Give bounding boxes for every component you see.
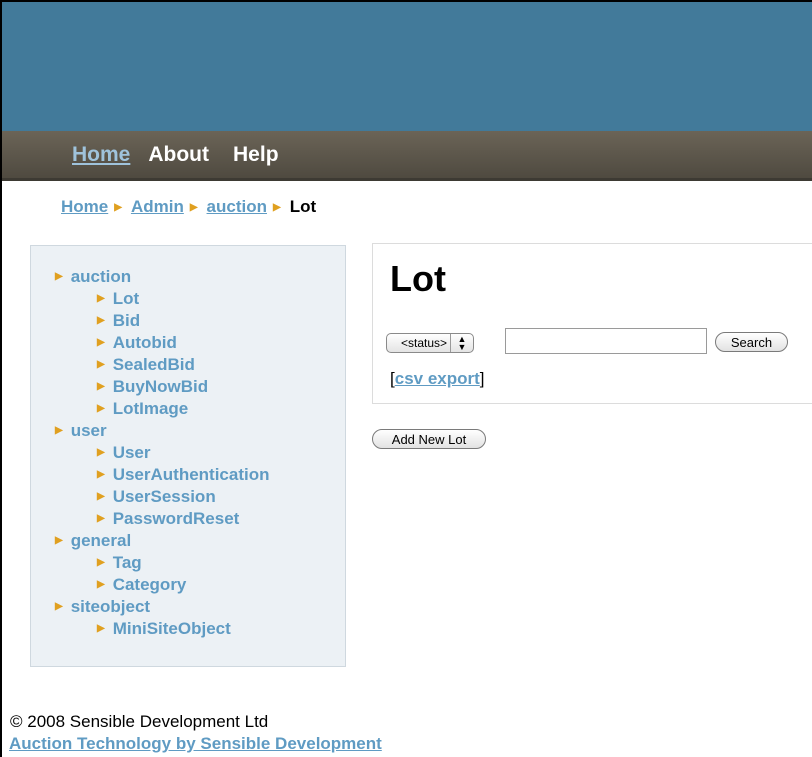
- sidebar-group: ▶ auction ▶ Lot ▶ Bid ▶ Autobid ▶ SealedBid ▶…: [31, 266, 345, 420]
- arrow-right-icon: ▶: [97, 337, 105, 348]
- sidebar-item-label: BuyNowBid: [112, 377, 209, 396]
- breadcrumb-home[interactable]: Home: [61, 197, 108, 217]
- sidebar-item-label: Bid: [112, 311, 141, 330]
- sidebar-item-buynowbid[interactable]: ▶ BuyNowBid: [31, 376, 345, 398]
- arrow-right-icon: ▶: [97, 513, 105, 524]
- sidebar-item-label: Tag: [112, 553, 142, 572]
- arrow-right-icon: ▶: [97, 469, 105, 480]
- sidebar-item-tag[interactable]: ▶ Tag: [31, 552, 345, 574]
- arrow-right-icon: ▶: [97, 403, 105, 414]
- sidebar-item-lotimage[interactable]: ▶ LotImage: [31, 398, 345, 420]
- sidebar-item-bid[interactable]: ▶ Bid: [31, 310, 345, 332]
- arrow-right-icon: ▶: [97, 623, 105, 634]
- updown-arrows-icon: ▲ ▼: [457, 334, 467, 352]
- sidebar-group: ▶ general ▶ Tag ▶ Category: [31, 530, 345, 596]
- header-banner: [2, 2, 812, 131]
- page-title: Lot: [390, 258, 446, 299]
- breadcrumb-current: Lot: [289, 197, 317, 216]
- footer-copyright: © 2008 Sensible Development Ltd: [10, 712, 269, 731]
- sidebar-group-label: general: [70, 531, 132, 550]
- sidebar-item-label: MiniSiteObject: [112, 619, 231, 638]
- sidebar-item-lot[interactable]: ▶ Lot: [31, 288, 345, 310]
- search-input[interactable]: [505, 328, 707, 354]
- breadcrumb-arrow-icon: ▶: [114, 201, 122, 213]
- breadcrumb-auction[interactable]: auction: [207, 197, 267, 217]
- breadcrumb: Home ▶ Admin ▶ auction ▶ Lot: [61, 194, 316, 220]
- sidebar-item-category[interactable]: ▶ Category: [31, 574, 345, 596]
- csv-export: [csv export]: [390, 369, 485, 389]
- status-select-value: <status>: [401, 336, 448, 350]
- sidebar-item-minisiteobject[interactable]: ▶ MiniSiteObject: [31, 618, 345, 640]
- sidebar-item-userauthentication[interactable]: ▶ UserAuthentication: [31, 464, 345, 486]
- sidebar-item-label: Category: [112, 575, 187, 594]
- sidebar-item-label: User: [112, 443, 151, 462]
- sidebar-group-auction[interactable]: ▶ auction: [31, 266, 345, 288]
- sidebar-group: ▶ siteobject ▶ MiniSiteObject: [31, 596, 345, 640]
- sidebar-item-passwordreset[interactable]: ▶ PasswordReset: [31, 508, 345, 530]
- nav-about-link[interactable]: About: [148, 143, 209, 167]
- csv-bracket-close: ]: [479, 369, 485, 388]
- sidebar-item-label: LotImage: [112, 399, 189, 418]
- arrow-right-icon: ▶: [97, 491, 105, 502]
- arrow-right-icon: ▶: [55, 271, 63, 282]
- arrow-right-icon: ▶: [97, 579, 105, 590]
- breadcrumb-admin[interactable]: Admin: [131, 197, 184, 217]
- sidebar-item-user[interactable]: ▶ User: [31, 442, 345, 464]
- lot-panel: Lot <status> ▲ ▼ Search [csv export]: [372, 243, 812, 404]
- arrow-right-icon: ▶: [97, 557, 105, 568]
- nav-help-link[interactable]: Help: [233, 143, 279, 167]
- csv-export-link[interactable]: csv export: [395, 369, 480, 388]
- sidebar-item-autobid[interactable]: ▶ Autobid: [31, 332, 345, 354]
- sidebar-group: ▶ user ▶ User ▶ UserAuthentication ▶ UserSes…: [31, 420, 345, 530]
- sidebar-group-siteobject[interactable]: ▶ siteobject: [31, 596, 345, 618]
- nav-home-link[interactable]: Home: [72, 143, 130, 167]
- breadcrumb-arrow-icon: ▶: [272, 201, 281, 213]
- arrow-right-icon: ▶: [97, 359, 105, 370]
- sidebar-group-user[interactable]: ▶ user: [31, 420, 345, 442]
- admin-sidebar: ▶ auction ▶ Lot ▶ Bid ▶ Autobid ▶ SealedBid ▶…: [30, 245, 346, 667]
- arrow-right-icon: ▶: [97, 293, 105, 304]
- arrow-right-icon: ▶: [97, 381, 105, 392]
- footer: © 2008 Sensible Development Ltd Auction …: [9, 711, 382, 755]
- status-select[interactable]: <status> ▲ ▼: [386, 333, 474, 353]
- sidebar-item-label: SealedBid: [112, 355, 195, 374]
- breadcrumb-arrow-icon: ▶: [189, 201, 198, 213]
- sidebar-group-label: siteobject: [70, 597, 151, 616]
- sidebar-item-sealedbid[interactable]: ▶ SealedBid: [31, 354, 345, 376]
- arrow-right-icon: ▶: [55, 601, 63, 612]
- sidebar-item-usersession[interactable]: ▶ UserSession: [31, 486, 345, 508]
- arrow-right-icon: ▶: [55, 535, 63, 546]
- footer-link[interactable]: Auction Technology by Sensible Developme…: [9, 733, 382, 755]
- sidebar-group-label: auction: [70, 267, 132, 286]
- sidebar-item-label: PasswordReset: [112, 509, 240, 528]
- search-button[interactable]: Search: [715, 332, 788, 352]
- sidebar-item-label: Autobid: [112, 333, 177, 352]
- arrow-right-icon: ▶: [55, 425, 63, 436]
- arrow-right-icon: ▶: [97, 447, 105, 458]
- sidebar-item-label: Lot: [112, 289, 140, 308]
- add-new-lot-button[interactable]: Add New Lot: [372, 429, 486, 449]
- sidebar-item-label: UserSession: [112, 487, 216, 506]
- sidebar-group-general[interactable]: ▶ general: [31, 530, 345, 552]
- sidebar-item-label: UserAuthentication: [112, 465, 270, 484]
- sidebar-group-label: user: [70, 421, 107, 440]
- top-navbar: Home About Help: [2, 131, 812, 181]
- arrow-right-icon: ▶: [97, 315, 105, 326]
